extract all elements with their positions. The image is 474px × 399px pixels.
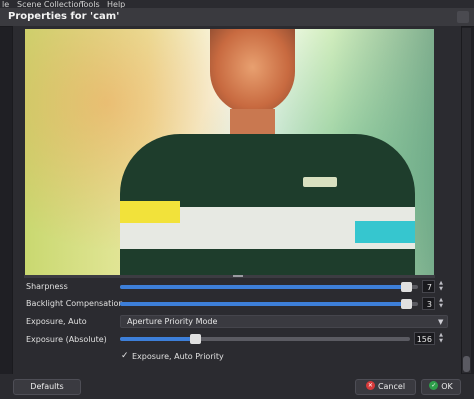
sharpness-slider[interactable] <box>120 280 418 294</box>
sharpness-spin-arrows-icon[interactable]: ▲ ▼ <box>436 280 446 293</box>
backlight-compensation-label: Backlight Compensation <box>26 299 124 308</box>
scrollbar-thumb[interactable] <box>463 356 470 372</box>
backlight-compensation-slider[interactable] <box>120 297 418 311</box>
sharpness-slider-handle[interactable] <box>401 282 412 292</box>
defaults-button-label: Defaults <box>30 382 64 391</box>
auto-priority-checkbox[interactable]: ✓ <box>121 351 129 361</box>
exposure-spin-arrows-icon[interactable]: ▲ ▼ <box>436 332 446 345</box>
sharpness-label: Sharpness <box>26 282 68 291</box>
exposure-absolute-slider[interactable] <box>120 332 410 346</box>
properties-scrollbar[interactable] <box>462 28 471 373</box>
backlight-slider-handle[interactable] <box>401 299 412 309</box>
exposure-auto-select[interactable]: Aperture Priority Mode <box>120 315 448 328</box>
close-window-icon[interactable] <box>457 11 469 23</box>
cancel-button[interactable]: ✕ Cancel <box>355 379 416 395</box>
sharpness-spinbox[interactable]: 7 <box>422 280 435 293</box>
camera-preview <box>25 29 434 275</box>
backlight-spinbox[interactable]: 3 <box>422 297 435 310</box>
splitter-grip-icon[interactable] <box>233 275 243 277</box>
ok-check-icon: ✓ <box>429 381 439 390</box>
exposure-auto-label: Exposure, Auto <box>26 317 87 326</box>
dialog-titlebar: Properties for 'cam' <box>0 8 474 27</box>
cancel-button-label: Cancel <box>377 382 406 391</box>
preview-splitter[interactable] <box>24 275 435 278</box>
defaults-button[interactable]: Defaults <box>13 379 81 395</box>
chevron-down-icon[interactable]: ▼ <box>438 316 443 328</box>
exposure-absolute-spinbox[interactable]: 156 <box>414 332 435 345</box>
backlight-spin-arrows-icon[interactable]: ▲ ▼ <box>436 297 446 310</box>
ok-button-label: OK <box>441 382 453 391</box>
exposure-slider-handle[interactable] <box>190 334 201 344</box>
preview-person-head <box>210 29 295 114</box>
auto-priority-label[interactable]: Exposure, Auto Priority <box>132 352 224 362</box>
ok-button[interactable]: ✓ OK <box>421 379 461 395</box>
dialog-title: Properties for 'cam' <box>8 11 120 22</box>
exposure-absolute-label: Exposure (Absolute) <box>26 335 107 344</box>
cancel-icon: ✕ <box>365 381 375 390</box>
